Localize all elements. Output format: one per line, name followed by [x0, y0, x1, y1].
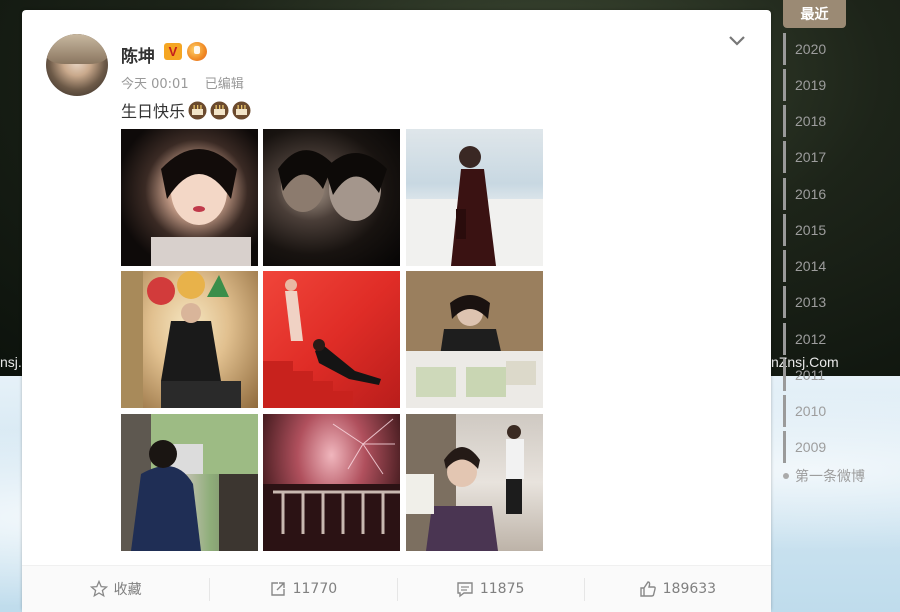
timeline-recent[interactable]: 最近	[783, 0, 846, 28]
photo-thumbnail[interactable]	[121, 129, 258, 266]
timeline-year[interactable]: 2011	[783, 359, 829, 391]
timeline-year[interactable]: 2013	[783, 286, 829, 318]
timeline-year[interactable]: 2010	[783, 395, 829, 427]
share-icon	[270, 582, 285, 596]
post-time[interactable]: 今天 00:01	[121, 77, 189, 92]
birthday-cake-icon	[210, 101, 229, 120]
timeline-year[interactable]: 2018	[783, 105, 829, 137]
photo-thumbnail[interactable]	[263, 414, 400, 551]
timeline-year[interactable]: 2020	[783, 33, 829, 65]
timeline-year[interactable]: 2009	[783, 431, 829, 463]
weibo-post-card: 陈坤 V 今天 00:01 已编辑 生日快乐 收藏 11770 11875 18…	[22, 10, 771, 612]
medal-icon[interactable]	[187, 42, 207, 61]
timeline-year[interactable]: 2014	[783, 250, 829, 282]
favorite-label: 收藏	[113, 582, 142, 598]
forward-count: 11770	[292, 581, 338, 597]
edited-label: 已编辑	[204, 77, 244, 92]
comment-icon	[457, 582, 473, 598]
photo-thumbnail[interactable]	[263, 271, 400, 408]
birthday-cake-icon	[188, 101, 207, 120]
photo-thumbnail[interactable]	[121, 271, 258, 408]
action-bar: 收藏 11770 11875 189633	[22, 565, 771, 612]
timeline-first-post[interactable]: 第一条微博	[783, 466, 865, 486]
photo-thumbnail[interactable]	[121, 414, 258, 551]
star-icon	[89, 580, 108, 598]
birthday-cake-icon	[232, 101, 251, 120]
photo-thumbnail[interactable]	[406, 271, 543, 408]
timeline-nav: 最近 2020 2019 2018 2017 2016 2015 2014 20…	[783, 0, 900, 490]
timeline-year[interactable]: 2012	[783, 323, 829, 355]
like-count: 189633	[662, 581, 717, 597]
chevron-down-icon[interactable]	[728, 34, 746, 48]
verified-badge-icon[interactable]: V	[164, 43, 182, 60]
post-meta: 今天 00:01 已编辑	[121, 73, 256, 92]
forward-button[interactable]: 11770	[209, 566, 396, 612]
photo-grid	[121, 129, 543, 551]
thumbs-up-icon	[639, 581, 656, 597]
timeline-year[interactable]: 2015	[783, 214, 829, 246]
photo-thumbnail[interactable]	[406, 414, 543, 551]
favorite-button[interactable]: 收藏	[22, 566, 209, 612]
photo-thumbnail[interactable]	[263, 129, 400, 266]
timeline-year[interactable]: 2016	[783, 178, 829, 210]
post-text-content: 生日快乐	[121, 102, 186, 121]
photo-thumbnail[interactable]	[406, 129, 543, 266]
comment-count: 11875	[479, 581, 525, 597]
like-button[interactable]: 189633	[583, 566, 771, 612]
timeline-year[interactable]: 2019	[783, 69, 829, 101]
post-text: 生日快乐	[121, 98, 251, 122]
timeline-year[interactable]: 2017	[783, 141, 829, 173]
username[interactable]: 陈坤	[121, 42, 155, 67]
comment-button[interactable]: 11875	[396, 566, 584, 612]
avatar[interactable]	[46, 34, 108, 96]
